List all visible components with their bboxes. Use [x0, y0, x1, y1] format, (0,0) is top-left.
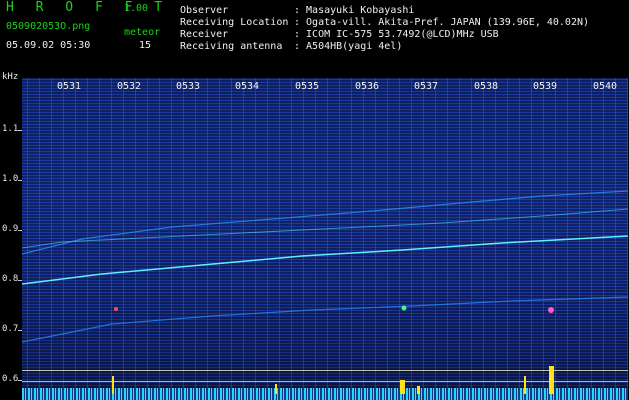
- info-key-location: Receiving Location: [180, 17, 289, 28]
- meteor-echo: [401, 305, 407, 311]
- file-name: 050902053O.png: [6, 21, 91, 32]
- meteor-label: meteor: [124, 27, 161, 38]
- baseline-0.6: [22, 370, 628, 371]
- meteor-count: 15: [139, 40, 152, 51]
- y-tick-label: 0.6: [2, 374, 19, 384]
- header: H R O F F T 1.00 050902053O.png meteor 0…: [0, 0, 629, 78]
- meteor-echo: [114, 307, 118, 311]
- meteor-spike: [549, 366, 554, 394]
- y-tick-label: 1.1: [2, 124, 19, 134]
- y-tick-label: 0.9: [2, 224, 19, 234]
- info-key-receiver: Receiver: [180, 29, 229, 40]
- info-key-observer: Observer: [180, 5, 229, 16]
- meteor-spike: [400, 380, 405, 394]
- spectrogram[interactable]: 0531 0532 0533 0534 0535 0536 0537 0538 …: [22, 78, 628, 400]
- y-tick-label: 1.0: [2, 174, 19, 184]
- app-version: 1.00: [124, 3, 149, 14]
- signal-traces: [22, 190, 628, 343]
- meteor-echo: [548, 307, 554, 313]
- meteor-spike: [112, 376, 114, 394]
- timestamp: 05.09.02 05:30: [6, 40, 91, 51]
- trace-lower: [22, 296, 628, 343]
- info-value-location: : Ogata-vill. Akita-Pref. JAPAN (139.96E…: [294, 17, 590, 28]
- trace-faint-upper: [22, 190, 628, 255]
- info-value-observer: : Masayuki Kobayashi: [294, 5, 415, 16]
- info-key-antenna: Receiving antenna: [180, 41, 283, 52]
- trace-main: [22, 235, 628, 285]
- meteor-spike: [275, 384, 277, 394]
- y-tick-label: 0.8: [2, 274, 19, 284]
- meteor-spike: [417, 386, 420, 394]
- info-value-receiver: : ICOM IC-575 53.7492(@LCD)MHz USB: [294, 29, 499, 40]
- meteor-spike: [524, 376, 526, 394]
- info-value-antenna: : A504HB(yagi 4el): [294, 41, 403, 52]
- axis-unit: kHz: [2, 72, 19, 82]
- frequency-axis: kHz 1.1 1.0 0.9 0.8 0.7 0.6: [0, 72, 22, 400]
- y-tick-label: 0.7: [2, 324, 19, 334]
